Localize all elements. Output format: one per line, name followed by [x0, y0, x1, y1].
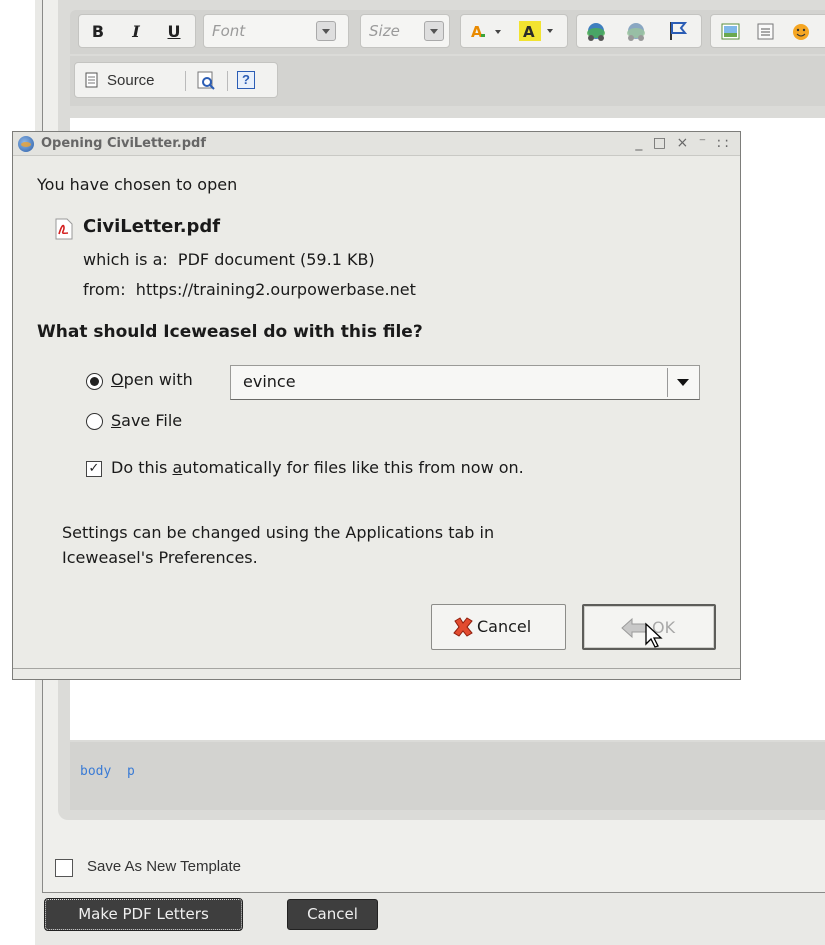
open-with-app-select[interactable]: evince — [230, 365, 700, 400]
make-pdf-letters-button[interactable]: Make PDF Letters — [44, 898, 243, 931]
save-file-label[interactable]: Save File — [111, 411, 182, 430]
cancel-button[interactable]: Cancel — [287, 899, 378, 930]
element-path-bar — [70, 742, 825, 810]
preview-icon[interactable] — [197, 71, 217, 91]
dialog-title: Opening CiviLetter.pdf — [41, 136, 207, 151]
image-icon[interactable] — [721, 22, 741, 42]
auto-action-label[interactable]: Do this automatically for files like thi… — [111, 458, 524, 477]
source-button[interactable]: Source — [83, 69, 183, 93]
size-select-placeholder: Size — [369, 22, 400, 40]
file-source: from: https://training2.ourpowerbase.net — [83, 280, 416, 299]
open-with-app-value: evince — [243, 372, 296, 391]
element-path[interactable]: body p — [80, 764, 135, 779]
background-color-icon[interactable]: A — [519, 21, 557, 43]
settings-note-line-1: Settings can be changed using the Applic… — [62, 523, 495, 542]
svg-text:A: A — [523, 23, 535, 41]
link-icon[interactable] — [585, 21, 607, 43]
horizontal-rule-icon[interactable] — [756, 22, 776, 42]
bold-button[interactable]: B — [87, 21, 109, 43]
chevron-down-icon[interactable] — [316, 21, 336, 41]
svg-text:A: A — [471, 23, 483, 41]
size-select[interactable]: Size — [360, 14, 450, 48]
font-select[interactable]: Font — [203, 14, 349, 48]
toolbar-separator — [185, 71, 186, 91]
smiley-icon[interactable] — [791, 22, 811, 42]
save-file-radio[interactable] — [86, 413, 103, 430]
cancel-x-icon — [453, 617, 473, 637]
save-as-template-checkbox[interactable] — [55, 859, 73, 877]
open-with-label-rest: pen with — [123, 370, 193, 389]
auto-action-post: utomatically for files like this from no… — [182, 458, 524, 477]
dialog-cancel-label: Cancel — [477, 617, 532, 636]
auto-action-pre: Do this — [111, 458, 173, 477]
document-icon — [85, 72, 98, 88]
text-color-icon[interactable]: A — [471, 22, 505, 42]
auto-action-checkbox[interactable]: ✓ — [86, 461, 102, 477]
iceweasel-icon — [18, 136, 34, 152]
dialog-titlebar[interactable]: Opening CiviLetter.pdf _ □ × ⁻ :: — [13, 132, 740, 156]
link-button-group — [576, 14, 702, 48]
open-with-mnemonic: O — [111, 370, 124, 389]
settings-note-line-2: Iceweasel's Preferences. — [62, 548, 258, 567]
dialog-cancel-button[interactable]: Cancel — [431, 604, 566, 650]
color-button-group: A A — [460, 14, 568, 48]
dialog-ok-button[interactable]: OK — [582, 604, 716, 650]
format-button-group: B I U — [78, 14, 196, 48]
chevron-down-icon[interactable] — [667, 368, 697, 397]
mouse-pointer-icon — [645, 622, 663, 648]
source-button-group: Source ? — [74, 62, 278, 98]
open-with-radio[interactable] — [86, 373, 103, 390]
opening-file-dialog: Opening CiviLetter.pdf _ □ × ⁻ :: You ha… — [12, 131, 741, 680]
save-file-mnemonic: S — [111, 411, 122, 430]
underline-button[interactable]: U — [163, 21, 185, 43]
toolbar-separator — [227, 71, 228, 91]
file-name: CiviLetter.pdf — [83, 216, 221, 237]
unlink-icon[interactable] — [625, 21, 647, 43]
window-controls[interactable]: _ □ × ⁻ :: — [635, 135, 732, 151]
save-file-label-rest: ave File — [121, 411, 183, 430]
chevron-down-icon[interactable] — [424, 21, 444, 41]
file-type: which is a: PDF document (59.1 KB) — [83, 250, 375, 269]
open-with-label[interactable]: Open with — [111, 370, 193, 389]
font-select-placeholder: Font — [212, 22, 246, 40]
help-icon[interactable]: ? — [237, 71, 255, 89]
auto-action-mnemonic: a — [172, 458, 183, 477]
dialog-bottom-border — [13, 668, 740, 669]
anchor-flag-icon[interactable] — [667, 20, 689, 42]
pdf-file-icon — [55, 218, 73, 240]
source-label: Source — [107, 72, 155, 89]
chosen-to-open-text: You have chosen to open — [37, 175, 238, 194]
italic-button[interactable]: I — [125, 21, 147, 43]
insert-button-group — [710, 14, 825, 48]
action-question: What should Iceweasel do with this file? — [37, 322, 423, 342]
save-as-template-label: Save As New Template — [87, 858, 241, 875]
